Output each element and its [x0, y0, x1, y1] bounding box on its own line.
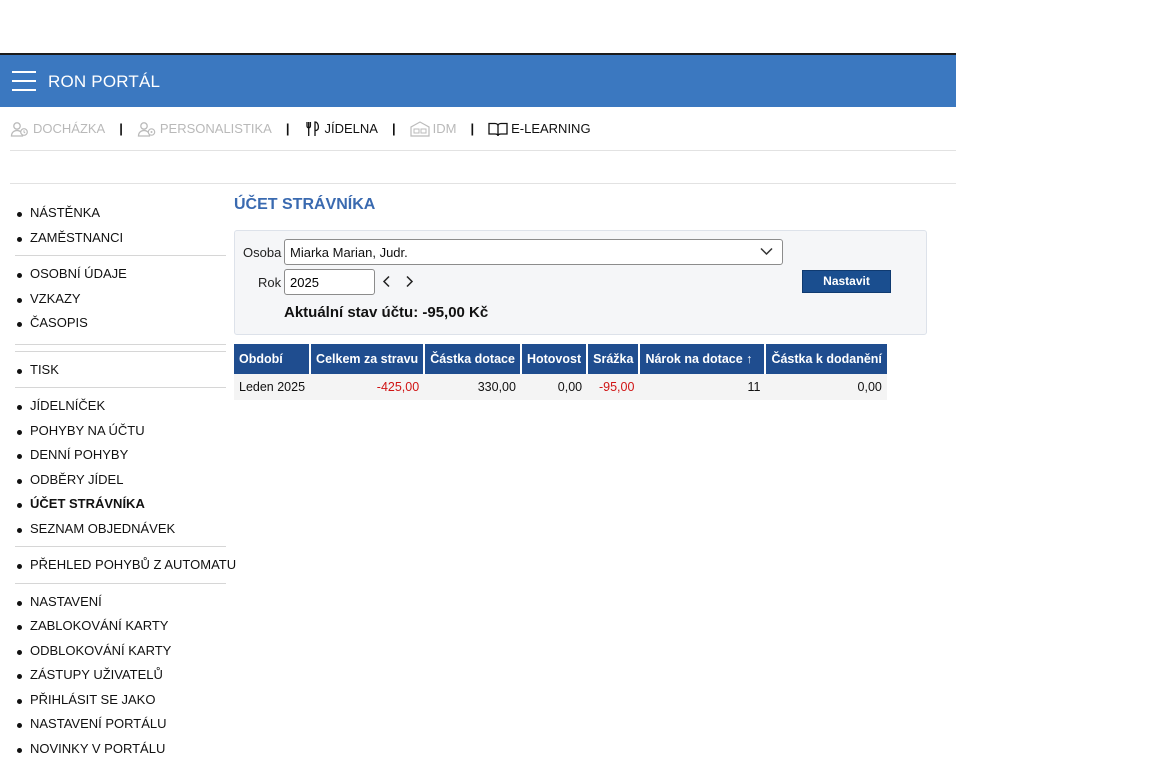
module-label: DOCHÁZKA [33, 121, 106, 136]
users-icon [10, 121, 28, 137]
module-e-learning[interactable]: E-LEARNING [488, 121, 591, 137]
chevron-right-icon[interactable] [405, 275, 414, 288]
sidebar-item-pohyby-na-uctu[interactable]: POHYBY NA ÚČTU [15, 419, 226, 444]
column-header-k-dodaneni[interactable]: Částka k dodanění [765, 344, 887, 374]
module-label: PERSONALISTIKA [159, 121, 272, 136]
column-header-hotovost[interactable]: Hotovost [520, 344, 589, 374]
set-button[interactable]: Nastavit [802, 270, 891, 293]
sidebar-item-odblokovani-karty[interactable]: ODBLOKOVÁNÍ KARTY [15, 639, 226, 664]
module-dochazka[interactable]: DOCHÁZKA [10, 121, 105, 137]
sidebar-item-novinky-v-portalu[interactable]: NOVINKY V PORTÁLU [15, 737, 226, 762]
user-settings-icon [137, 121, 156, 137]
sidebar-item-nastenka[interactable]: NÁSTĚNKA [15, 201, 226, 226]
column-header-narok[interactable]: Nárok na dotace ↑ [639, 344, 767, 374]
person-label: Osoba [243, 245, 282, 260]
cell-k-dodaneni: 0,00 [765, 374, 887, 400]
sidebar-divider [15, 255, 226, 256]
sidebar-item-ucet-stravnika[interactable]: ÚČET STRÁVNÍKA [15, 492, 226, 517]
hamburger-menu-icon[interactable] [12, 71, 36, 91]
sidebar-divider [15, 582, 226, 584]
column-header-celkem[interactable]: Celkem za stravu [310, 344, 426, 374]
divider [10, 183, 956, 184]
sidebar-item-prihlasit-se-jako[interactable]: PŘIHLÁSIT SE JAKO [15, 688, 226, 713]
table-header-row: Období Celkem za stravu Částka dotace Ho… [234, 344, 887, 374]
page-title: ÚČET STRÁVNÍKA [234, 196, 376, 213]
sidebar-item-casopis[interactable]: ČASOPIS [15, 311, 226, 336]
cell-dotace: 330,00 [424, 374, 521, 400]
sidebar-item-nastaveni-portalu[interactable]: NASTAVENÍ PORTÁLU [15, 712, 226, 737]
sidebar-item-vzkazy[interactable]: VZKAZY [15, 287, 226, 312]
separator: | [391, 121, 396, 136]
sidebar-item-jidelnicek[interactable]: JÍDELNÍČEK [15, 394, 226, 419]
cell-narok: 11 [639, 374, 766, 400]
sidebar: NÁSTĚNKA ZAMĚSTNANCI OSOBNÍ ÚDAJE VZKAZY… [15, 201, 236, 762]
account-table: Období Celkem za stravu Částka dotace Ho… [234, 344, 887, 400]
sidebar-divider [15, 387, 226, 388]
sidebar-divider [15, 546, 226, 547]
separator: | [470, 121, 475, 136]
fork-knife-icon [305, 120, 319, 136]
sidebar-item-zablokovani-karty[interactable]: ZABLOKOVÁNÍ KARTY [15, 614, 226, 639]
open-book-icon [488, 122, 508, 136]
sidebar-item-zamestnanci[interactable]: ZAMĚSTNANCI [15, 226, 226, 251]
module-label: E-LEARNING [511, 121, 591, 136]
sidebar-item-odbery-jidel[interactable]: ODBĚRY JÍDEL [15, 468, 226, 493]
sidebar-item-osobni-udaje[interactable]: OSOBNÍ ÚDAJE [15, 262, 226, 287]
sidebar-divider [15, 343, 226, 345]
module-label: IDM [432, 121, 457, 136]
module-jidelna[interactable]: JÍDELNA [304, 120, 378, 137]
chevron-left-icon[interactable] [382, 275, 391, 288]
separator: | [119, 121, 123, 136]
module-label: JÍDELNA [324, 121, 378, 136]
sidebar-item-denni-pohyby[interactable]: DENNÍ POHYBY [15, 443, 226, 468]
cell-celkem: -425,00 [310, 374, 425, 400]
module-personalistika[interactable]: PERSONALISTIKA [137, 121, 272, 137]
cell-srazka: -95,00 [587, 374, 640, 400]
sidebar-item-zastupy-uzivatelu[interactable]: ZÁSTUPY UŽIVATELŮ [15, 663, 226, 688]
person-select-value: Miarka Marian, Judr. [290, 245, 408, 260]
account-balance: Aktuální stav účtu: -95,00 Kč [284, 304, 489, 321]
separator: | [285, 121, 290, 136]
building-icon [410, 120, 430, 137]
app-title[interactable]: RON PORTÁL [48, 72, 160, 92]
sidebar-item-seznam-objednavek[interactable]: SEZNAM OBJEDNÁVEK [15, 517, 226, 542]
module-nav: DOCHÁZKA | PERSONALISTIKA | JÍDELNA | ID… [10, 107, 956, 151]
filter-panel: Osoba Miarka Marian, Judr. Rok Nastavit … [234, 230, 927, 335]
sidebar-item-nastaveni[interactable]: NASTAVENÍ [15, 590, 226, 615]
column-header-srazka[interactable]: Srážka [587, 344, 641, 374]
year-label: Rok [258, 275, 282, 290]
sidebar-item-prehled-pohybu[interactable]: PŘEHLED POHYBŮ Z AUTOMATU [15, 553, 236, 578]
table-row: Leden 2025 -425,00 330,00 0,00 -95,00 11… [234, 374, 887, 400]
cell-obdobi: Leden 2025 [234, 374, 311, 400]
sidebar-divider [15, 350, 226, 352]
app-header: RON PORTÁL [0, 53, 956, 107]
column-header-dotace[interactable]: Částka dotace [424, 344, 522, 374]
person-select[interactable]: Miarka Marian, Judr. [284, 239, 783, 265]
chevron-down-icon [760, 247, 773, 256]
cell-hotovost: 0,00 [520, 374, 588, 400]
column-header-obdobi[interactable]: Období [234, 344, 312, 374]
module-idm[interactable]: IDM [410, 120, 457, 137]
sidebar-item-tisk[interactable]: TISK [15, 358, 226, 383]
year-input[interactable] [284, 269, 375, 295]
